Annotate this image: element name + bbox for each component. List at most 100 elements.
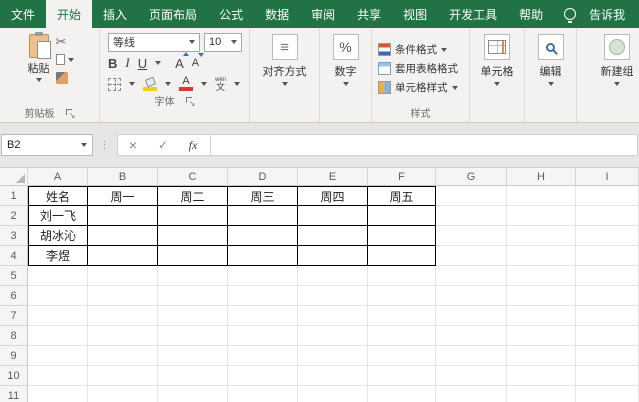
cell-F6[interactable]: [368, 286, 436, 306]
font-color-dropdown-icon[interactable]: [201, 82, 207, 86]
bold-button[interactable]: B: [108, 56, 117, 71]
borders-icon[interactable]: [108, 77, 121, 91]
cell-D9[interactable]: [228, 346, 298, 366]
cell-A5[interactable]: [28, 266, 88, 286]
row-header-3[interactable]: 3: [0, 226, 28, 246]
cancel-button[interactable]: ×: [118, 137, 148, 153]
cell-G10[interactable]: [436, 366, 507, 386]
cell-I7[interactable]: [576, 306, 639, 326]
cell-I10[interactable]: [576, 366, 639, 386]
cell-H5[interactable]: [507, 266, 576, 286]
grow-font-button[interactable]: A: [175, 51, 189, 71]
new-group-button[interactable]: 新建组: [577, 28, 639, 122]
cell-G4[interactable]: [436, 246, 507, 266]
cell-F10[interactable]: [368, 366, 436, 386]
font-dialog-launcher-icon[interactable]: [185, 96, 196, 108]
row-header-9[interactable]: 9: [0, 346, 28, 366]
alignment-button[interactable]: ≡ 对齐方式: [250, 28, 319, 122]
cell-H9[interactable]: [507, 346, 576, 366]
paste-button[interactable]: 粘贴: [28, 32, 51, 82]
row-header-2[interactable]: 2: [0, 206, 28, 226]
tab-数据[interactable]: 数据: [254, 0, 300, 28]
cell-F2[interactable]: [368, 206, 436, 226]
cell-F7[interactable]: [368, 306, 436, 326]
phonetic-guide-button[interactable]: wén 文: [215, 77, 226, 92]
cell-C1[interactable]: 周二: [158, 186, 228, 206]
row-header-10[interactable]: 10: [0, 366, 28, 386]
cell-B3[interactable]: [88, 226, 158, 246]
column-header-E[interactable]: E: [298, 168, 368, 186]
cell-I1[interactable]: [576, 186, 639, 206]
cell-H7[interactable]: [507, 306, 576, 326]
cell-C9[interactable]: [158, 346, 228, 366]
formula-input[interactable]: [213, 135, 637, 155]
row-header-6[interactable]: 6: [0, 286, 28, 306]
column-header-C[interactable]: C: [158, 168, 228, 186]
copy-button[interactable]: [55, 51, 74, 67]
row-header-4[interactable]: 4: [0, 246, 28, 266]
cell-C10[interactable]: [158, 366, 228, 386]
cell-A8[interactable]: [28, 326, 88, 346]
cell-C8[interactable]: [158, 326, 228, 346]
cell-F11[interactable]: [368, 386, 436, 402]
cell-I3[interactable]: [576, 226, 639, 246]
cell-D1[interactable]: 周三: [228, 186, 298, 206]
formula-bar-splitter[interactable]: ⋮: [93, 140, 117, 151]
cell-D5[interactable]: [228, 266, 298, 286]
paste-dropdown-icon[interactable]: [35, 78, 42, 82]
tab-帮助[interactable]: 帮助: [508, 0, 554, 28]
cell-A1[interactable]: 姓名: [28, 186, 88, 206]
column-header-G[interactable]: G: [436, 168, 507, 186]
tab-插入[interactable]: 插入: [92, 0, 138, 28]
cell-D10[interactable]: [228, 366, 298, 386]
cell-D8[interactable]: [228, 326, 298, 346]
number-button[interactable]: % 数字: [320, 28, 371, 122]
cell-F5[interactable]: [368, 266, 436, 286]
cell-B7[interactable]: [88, 306, 158, 326]
cell-I4[interactable]: [576, 246, 639, 266]
cell-D4[interactable]: [228, 246, 298, 266]
cell-E2[interactable]: [298, 206, 368, 226]
cell-A2[interactable]: 刘一飞: [28, 206, 88, 226]
row-header-7[interactable]: 7: [0, 306, 28, 326]
name-box[interactable]: B2: [1, 134, 93, 156]
cell-G9[interactable]: [436, 346, 507, 366]
cell-D3[interactable]: [228, 226, 298, 246]
cell-I5[interactable]: [576, 266, 639, 286]
cell-G2[interactable]: [436, 206, 507, 226]
cell-E10[interactable]: [298, 366, 368, 386]
cell-F4[interactable]: [368, 246, 436, 266]
row-header-11[interactable]: 11: [0, 386, 28, 402]
cell-D6[interactable]: [228, 286, 298, 306]
cell-C7[interactable]: [158, 306, 228, 326]
fill-color-button[interactable]: [143, 76, 157, 91]
tab-页面布局[interactable]: 页面布局: [138, 0, 208, 28]
font-name-combo[interactable]: 等线: [108, 32, 200, 52]
cell-E5[interactable]: [298, 266, 368, 286]
cell-C3[interactable]: [158, 226, 228, 246]
cell-G8[interactable]: [436, 326, 507, 346]
enter-button[interactable]: ✓: [148, 138, 178, 152]
cell-I6[interactable]: [576, 286, 639, 306]
cell-D11[interactable]: [228, 386, 298, 402]
cell-E7[interactable]: [298, 306, 368, 326]
cell-B9[interactable]: [88, 346, 158, 366]
tab-视图[interactable]: 视图: [392, 0, 438, 28]
font-size-combo[interactable]: 10: [204, 32, 242, 52]
cell-C6[interactable]: [158, 286, 228, 306]
column-header-A[interactable]: A: [28, 168, 88, 186]
cell-I2[interactable]: [576, 206, 639, 226]
cell-H2[interactable]: [507, 206, 576, 226]
underline-button[interactable]: U: [138, 56, 147, 71]
tab-共享[interactable]: 共享: [346, 0, 392, 28]
column-header-F[interactable]: F: [368, 168, 436, 186]
cell-C4[interactable]: [158, 246, 228, 266]
column-header-B[interactable]: B: [88, 168, 158, 186]
cell-A10[interactable]: [28, 366, 88, 386]
cell-F9[interactable]: [368, 346, 436, 366]
tab-开始[interactable]: 开始: [46, 0, 93, 28]
fill-dropdown-icon[interactable]: [165, 82, 171, 86]
cell-H11[interactable]: [507, 386, 576, 402]
tab-开发工具[interactable]: 开发工具: [438, 0, 508, 28]
cell-H8[interactable]: [507, 326, 576, 346]
